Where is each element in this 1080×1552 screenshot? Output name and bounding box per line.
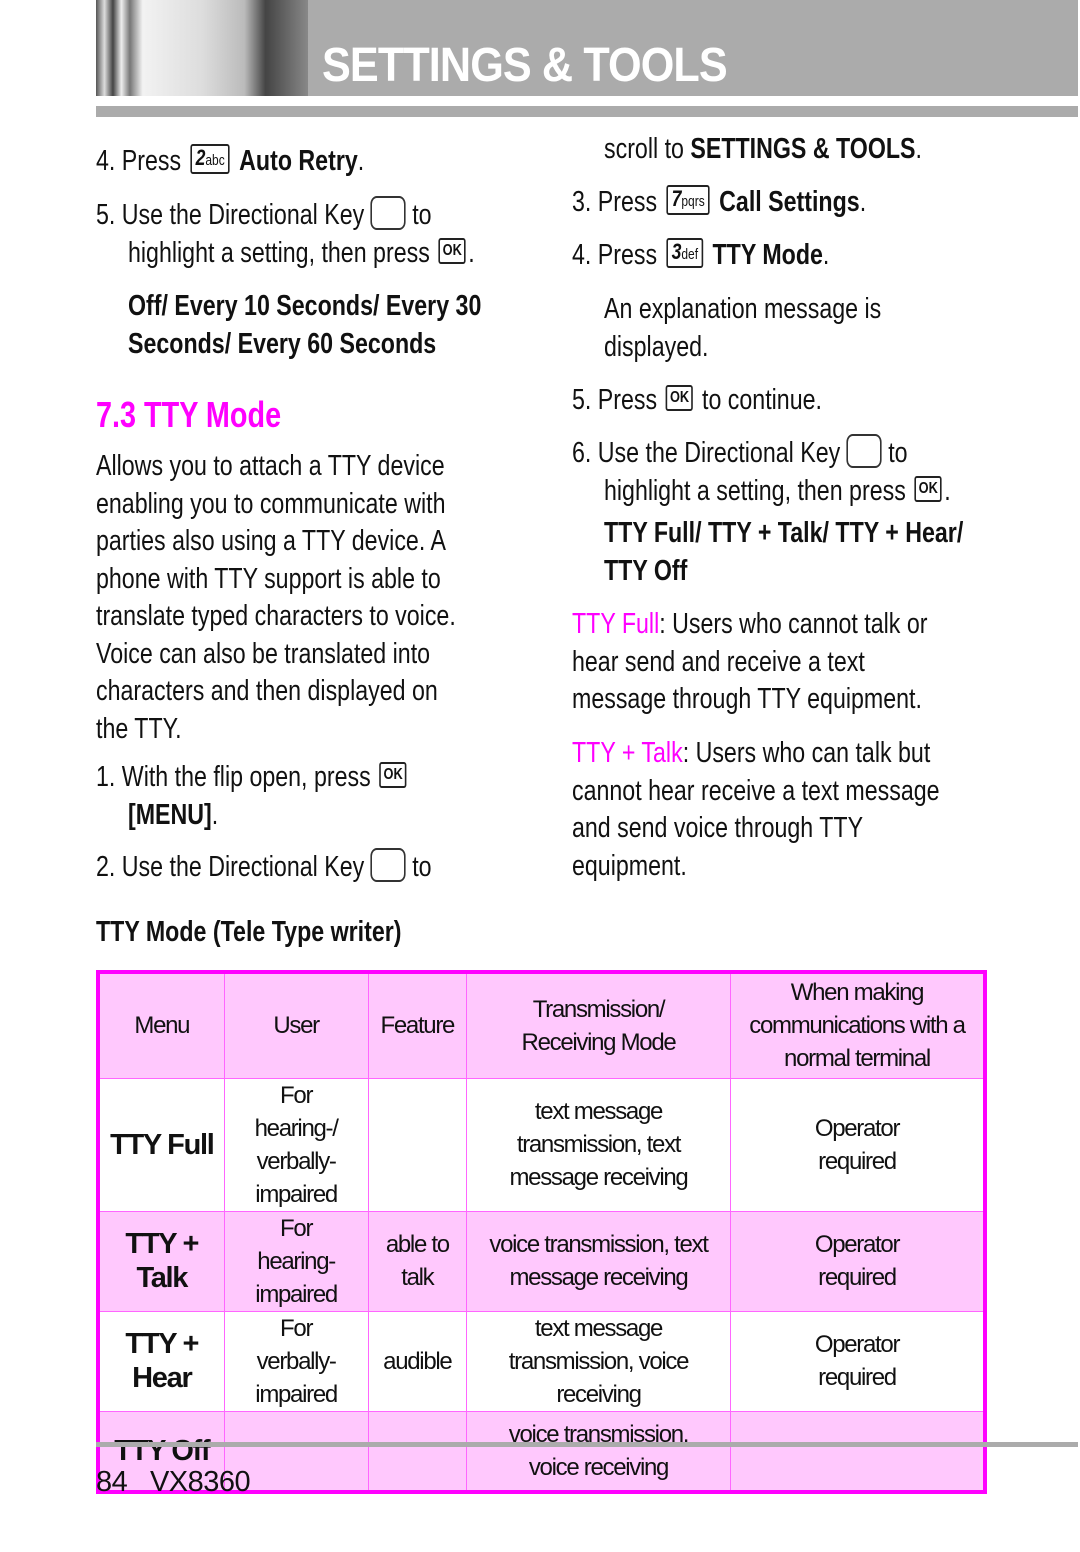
- ok-key-icon: OK: [914, 475, 942, 502]
- step-5: 5. Press OK to continue.: [572, 384, 822, 416]
- retry-options: Off/ Every 10 Seconds/ Every 30 Seconds/ …: [128, 290, 482, 360]
- step-6: 6. Use the Directional Key to highlight a…: [572, 434, 951, 510]
- page-title: SETTINGS & TOOLS: [322, 39, 728, 92]
- page-number: 84: [96, 1466, 128, 1498]
- step-3: 3. Press 7pqrs Call Settings.: [572, 185, 867, 218]
- table-row: TTY Full For hearing-/ verbally-impaired t…: [97, 1077, 986, 1212]
- section-heading: 7.3 TTY Mode: [96, 394, 282, 435]
- scroll-instruction: scroll to SETTINGS & TOOLS.: [604, 133, 922, 165]
- key-2-icon: 2abc: [190, 144, 230, 175]
- key-3-icon: 3def: [666, 238, 703, 269]
- ok-key-icon: OK: [379, 762, 407, 789]
- tty-description: Allows you to attach a TTY device enablin…: [96, 450, 456, 745]
- step-2: 2. Use the Directional Key to: [96, 848, 432, 887]
- tty-options: TTY Full/ TTY + Talk/ TTY + Hear/TTY Off: [604, 517, 964, 587]
- step-1: 1. With the flip open, press OK [MENU].: [96, 759, 409, 834]
- directional-key-icon: [846, 434, 882, 469]
- step-5: 5. Use the Directional Key to highlight a…: [96, 196, 475, 272]
- step-4: 4. Press 3def TTY Mode.: [572, 238, 830, 271]
- table-header-row: Menu User Feature Transmission/ Receivin…: [97, 971, 986, 1079]
- explanation-note: An explanation message is displayed.: [604, 293, 882, 363]
- table-title: TTY Mode (Tele Type writer): [96, 916, 402, 948]
- footer-divider: [96, 1442, 1078, 1447]
- directional-key-icon: [370, 196, 406, 231]
- directional-key-icon: [370, 848, 406, 883]
- header-divider: [96, 106, 1078, 117]
- ok-key-icon: OK: [438, 237, 466, 264]
- tty-mode-table: Menu User Feature Transmission/ Receivin…: [96, 970, 987, 1494]
- key-7-icon: 7pqrs: [666, 185, 710, 216]
- table-row: TTY + Talk For hearing-impaired able to ta…: [97, 1210, 986, 1312]
- table-row: TTY + Hear For verbally-impaired audible te…: [97, 1310, 986, 1412]
- step-4-auto-retry: 4. Press 2abc Auto Retry.: [96, 144, 365, 177]
- ok-key-icon: OK: [665, 385, 694, 412]
- footer: 84 VX8360: [96, 1466, 251, 1499]
- header-photo: [96, 0, 308, 96]
- tty-full-description: TTY Full: Users who cannot talk or hear …: [572, 608, 928, 715]
- tty-talk-description: TTY + Talk: Users who can talk but canno…: [572, 737, 940, 882]
- model-name: VX8360: [149, 1466, 251, 1498]
